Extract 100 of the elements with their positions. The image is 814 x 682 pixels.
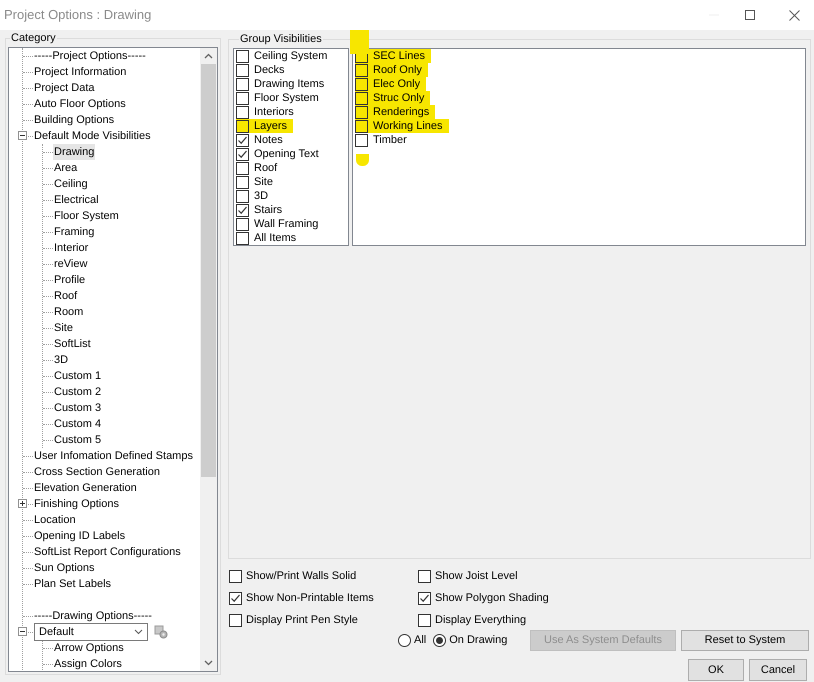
- tree-item[interactable]: Roof: [53, 288, 78, 304]
- checkbox[interactable]: [236, 78, 249, 90]
- tree-item[interactable]: -----Project Options-----: [33, 48, 147, 64]
- tree-item[interactable]: Floor System: [53, 208, 120, 224]
- tree-item[interactable]: Custom 3: [53, 400, 102, 416]
- checkbox[interactable]: [355, 120, 368, 132]
- checkbox-label: Site: [254, 174, 273, 190]
- tree-item[interactable]: User Infomation Defined Stamps: [33, 448, 194, 464]
- maximize-icon[interactable]: [745, 10, 755, 20]
- checkbox[interactable]: [236, 106, 249, 118]
- scroll-thumb[interactable]: [201, 64, 216, 477]
- preset-dropdown[interactable]: Default: [34, 623, 148, 641]
- checkbox-label: Ceiling System: [254, 49, 328, 64]
- tree-item[interactable]: reView: [53, 256, 88, 272]
- checkbox[interactable]: [236, 50, 249, 62]
- tree-item[interactable]: Profile: [53, 272, 86, 288]
- checkbox[interactable]: [229, 570, 242, 582]
- tree-item[interactable]: Default Mode Visibilities: [33, 128, 152, 144]
- checkbox[interactable]: [236, 232, 249, 244]
- dialog-button[interactable]: Cancel: [749, 659, 807, 681]
- tree-item[interactable]: Interior: [53, 240, 90, 256]
- tree-item[interactable]: Elevation Generation: [33, 480, 138, 496]
- tree-item[interactable]: 3D: [53, 352, 70, 368]
- tree-item[interactable]: Project Information: [33, 64, 128, 80]
- checkbox[interactable]: [355, 106, 368, 118]
- tree-item[interactable]: Custom 5: [53, 432, 102, 448]
- checkbox[interactable]: [229, 614, 242, 626]
- group-title: Category: [10, 31, 57, 45]
- tree-item[interactable]: Plan Set Labels: [33, 576, 112, 592]
- checkbox-label: Decks: [254, 62, 285, 78]
- checkbox[interactable]: [236, 134, 249, 146]
- checkbox-label: Stairs: [254, 202, 282, 218]
- checkbox[interactable]: [355, 92, 368, 104]
- checkbox[interactable]: [418, 614, 431, 626]
- tree-item[interactable]: Custom 1: [53, 368, 102, 384]
- checkbox-label: Floor System: [254, 90, 319, 106]
- collapse-icon[interactable]: [18, 131, 27, 140]
- tree-item[interactable]: Building Options: [33, 112, 116, 128]
- checkbox[interactable]: [236, 120, 249, 132]
- checkbox[interactable]: [236, 92, 249, 104]
- checkbox-label: Display Everything: [435, 612, 526, 628]
- checkbox-label: Wall Framing: [254, 216, 318, 232]
- checkbox[interactable]: [236, 204, 249, 216]
- radio-button[interactable]: [433, 634, 446, 647]
- checkbox-label: Opening Text: [254, 146, 319, 162]
- checkbox-label: Show Non-Printable Items: [246, 590, 374, 606]
- action-button[interactable]: Reset to System: [681, 630, 809, 651]
- checkbox[interactable]: [355, 134, 368, 146]
- checkbox[interactable]: [236, 218, 249, 230]
- checkbox-label: 3D: [254, 188, 268, 204]
- tree-item[interactable]: Custom 2: [53, 384, 102, 400]
- tree-item[interactable]: Site: [53, 320, 74, 336]
- tree-item[interactable]: Project Data: [33, 80, 96, 96]
- tree-item[interactable]: Cross Section Generation: [33, 464, 161, 480]
- tree-item[interactable]: Sun Options: [33, 560, 96, 576]
- checkbox-label: Roof: [254, 160, 278, 176]
- dialog-button[interactable]: OK: [688, 659, 744, 681]
- tree-item[interactable]: Ceiling: [53, 176, 89, 192]
- tree-item[interactable]: Arrow Options: [53, 640, 125, 656]
- tree-item[interactable]: Location: [33, 512, 77, 528]
- checkbox[interactable]: [236, 64, 249, 76]
- tree-item[interactable]: Opening ID Labels: [33, 528, 126, 544]
- tree-item[interactable]: Room: [53, 304, 84, 320]
- checkbox-label: Roof Only: [373, 62, 422, 78]
- tree-item[interactable]: Drawing: [53, 144, 96, 160]
- highlighter-stroke: [356, 154, 369, 166]
- group-title: Group Visibilities: [239, 32, 323, 46]
- tree-item[interactable]: -----Drawing Options-----: [33, 608, 153, 624]
- checkbox[interactable]: [355, 78, 368, 90]
- radio-label: All: [414, 633, 426, 648]
- tree-item[interactable]: Custom 4: [53, 416, 102, 432]
- scroll-up-icon[interactable]: [204, 53, 213, 59]
- checkbox[interactable]: [229, 592, 242, 604]
- checkbox-label: Show/Print Walls Solid: [246, 568, 356, 584]
- checkbox-label: Layers: [254, 118, 288, 134]
- tree-item[interactable]: Auto Floor Options: [33, 96, 127, 112]
- tree-item[interactable]: Framing: [53, 224, 96, 240]
- radio-button[interactable]: [398, 634, 411, 647]
- window-title: Project Options : Drawing: [4, 6, 152, 24]
- checkbox[interactable]: [236, 176, 249, 188]
- tree-item[interactable]: Finishing Options: [33, 496, 120, 512]
- checkbox-label: Show Polygon Shading: [435, 590, 549, 606]
- scrollbar[interactable]: [200, 48, 217, 671]
- tree-item[interactable]: Assign Colors: [53, 656, 123, 671]
- scroll-down-icon[interactable]: [204, 660, 213, 666]
- tree-item[interactable]: SoftList: [53, 336, 92, 352]
- collapse-icon[interactable]: [18, 627, 27, 636]
- checkbox[interactable]: [418, 570, 431, 582]
- checkbox[interactable]: [236, 190, 249, 202]
- close-icon[interactable]: [789, 10, 800, 20]
- tree-item[interactable]: SoftList Report Configurations: [33, 544, 182, 560]
- tree-item[interactable]: Electrical: [53, 192, 100, 208]
- expand-icon[interactable]: [18, 499, 27, 508]
- checkbox[interactable]: [236, 148, 249, 160]
- checkbox[interactable]: [236, 162, 249, 174]
- checkbox[interactable]: [355, 64, 368, 76]
- tree-item[interactable]: Area: [53, 160, 78, 176]
- checkbox-label: Struc Only: [373, 90, 424, 106]
- checkbox-label: All Items: [254, 230, 296, 245]
- checkbox[interactable]: [418, 592, 431, 604]
